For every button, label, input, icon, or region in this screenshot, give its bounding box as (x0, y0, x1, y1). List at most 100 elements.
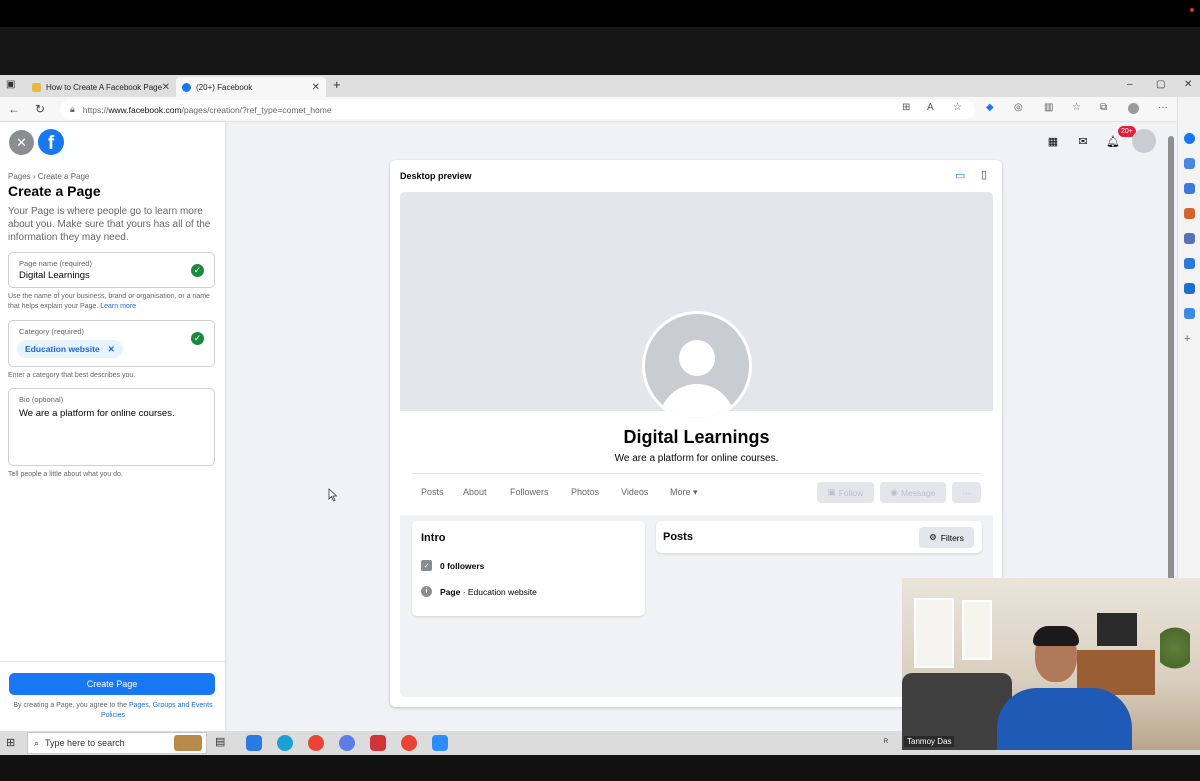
facebook-favicon-icon (182, 82, 191, 92)
browser-address-bar: ← ↻ 🔒︎ https://www.facebook.com/pages/cr… (0, 97, 1200, 122)
divider (412, 473, 982, 474)
tab-how-to-create[interactable]: How to Create A Facebook Page ✕ (26, 77, 176, 97)
messenger-icon[interactable]: ✉ (1073, 131, 1093, 151)
webcam-person-hair (1033, 626, 1079, 646)
recording-dot (1190, 8, 1194, 12)
tools-icon[interactable] (1184, 208, 1195, 219)
outlook-icon[interactable] (1184, 283, 1195, 294)
maximize-button[interactable]: ▢ (1156, 79, 1165, 90)
preview-tab-videos: Videos (621, 487, 649, 497)
windows-start-icon[interactable]: ⊞ (6, 736, 15, 749)
chrome-profile-icon[interactable] (339, 735, 355, 751)
tab-close-icon[interactable]: ✕ (312, 82, 320, 93)
edge-app-icon[interactable] (277, 735, 293, 751)
mobile-view-icon[interactable]: ▯ (981, 168, 987, 181)
office-icon[interactable] (1184, 258, 1195, 269)
webcam-window (962, 600, 992, 660)
followers-icon: ✓ (421, 560, 432, 571)
browser-tab-bar: ▣ How to Create A Facebook Page ✕ (20+) … (0, 75, 1200, 97)
mail-app-icon[interactable] (246, 735, 262, 751)
tab-close-icon[interactable]: ✕ (162, 82, 170, 93)
bio-field[interactable]: Bio (optional) We are a platform for onl… (8, 388, 215, 466)
chip-remove-icon[interactable]: ✕ (108, 344, 115, 355)
notifications-icon[interactable] (1184, 133, 1195, 144)
tab-actions-icon[interactable]: ▣ (6, 79, 15, 90)
menu-grid-icon[interactable]: ▦ (1043, 131, 1063, 151)
account-avatar[interactable] (1132, 129, 1156, 153)
url-field[interactable]: 🔒︎ https://www.facebook.com/pages/creati… (60, 100, 975, 119)
favorites-icon[interactable]: ☆ (1072, 102, 1081, 113)
more-options-button: ··· (952, 482, 981, 503)
create-page-button[interactable]: Create Page (9, 673, 215, 695)
desktop-view-icon[interactable]: ▭ (955, 169, 965, 182)
learn-more-link[interactable]: Learn more (100, 303, 136, 310)
drop-icon[interactable] (1184, 308, 1195, 319)
minimize-button[interactable]: – (1127, 79, 1133, 90)
webcam-plant (1160, 618, 1190, 678)
page-description: Your Page is where people go to learn mo… (8, 206, 211, 243)
follow-icon: ▣ (827, 487, 836, 497)
preview-page-name: Digital Learnings (623, 427, 770, 447)
screen: ▣ How to Create A Facebook Page ✕ (20+) … (0, 0, 1200, 781)
shopping-icon[interactable] (1184, 183, 1195, 194)
tab-facebook[interactable]: (20+) Facebook ✕ (176, 77, 326, 97)
new-tab-plus-icon[interactable]: + (333, 77, 341, 92)
recorder-app-icon[interactable] (370, 735, 386, 751)
page-title: Create a Page (8, 183, 101, 199)
lock-icon: 🔒︎ (70, 104, 75, 114)
profile-icon[interactable] (1128, 103, 1139, 114)
preview-tab-about: About (463, 487, 487, 497)
bio-help: Tell people a little about what you do. (8, 471, 123, 478)
webcam-person-shirt (997, 688, 1132, 750)
chrome-app-icon-2[interactable] (401, 735, 417, 751)
messenger-icon: ◉ (890, 487, 898, 497)
category-field[interactable]: Category (required) Education website ✕ … (8, 320, 215, 367)
browser-essentials-icon[interactable]: ◎ (1014, 102, 1023, 113)
taskbar-search[interactable]: ⌕ Type here to search (27, 732, 207, 754)
webcam-overlay: Tanmoy Das (902, 578, 1200, 750)
info-icon: i (421, 586, 432, 597)
message-button: ◉ Message (880, 482, 946, 503)
preview-label: Desktop preview (400, 171, 472, 181)
zoom-app-icon[interactable] (432, 735, 448, 751)
collections-icon[interactable]: ⧉ (1100, 102, 1107, 113)
valid-check-icon: ✓ (191, 332, 204, 345)
games-icon[interactable] (1184, 233, 1195, 244)
search-icon[interactable] (1184, 158, 1195, 169)
filters-button: ⚙ Filters (919, 527, 974, 548)
close-window-button[interactable]: ✕ (1184, 79, 1192, 90)
page-name-input[interactable]: Digital Learnings (19, 270, 90, 281)
url-text: https://www.facebook.com/pages/creation/… (82, 104, 332, 115)
refresh-icon[interactable]: ↻ (35, 102, 45, 116)
breadcrumb: Pages › Create a Page (8, 172, 90, 181)
split-screen-icon[interactable]: ▥ (1044, 102, 1053, 113)
category-label: Category (required) (19, 327, 85, 336)
bio-textarea[interactable]: We are a platform for online courses. (19, 408, 175, 419)
terms-text: By creating a Page, you agree to the Pag… (13, 702, 213, 719)
category-chip[interactable]: Education website ✕ (17, 340, 123, 358)
app-available-icon[interactable]: ⊞ (902, 102, 910, 113)
tab-label: How to Create A Facebook Page (46, 82, 163, 92)
close-icon[interactable]: ✕ (9, 130, 34, 155)
favorite-star-icon[interactable]: ☆ (953, 102, 962, 113)
people-icon[interactable]: ᴿ (884, 737, 888, 747)
search-icon: ⌕ (34, 737, 40, 748)
facebook-logo-icon[interactable]: f (38, 129, 64, 155)
page-name-field[interactable]: Page name (required) Digital Learnings ✓ (8, 252, 215, 288)
letterbox-bottom (0, 755, 1200, 781)
read-aloud-icon[interactable]: A (927, 102, 934, 113)
tab-label: (20+) Facebook (196, 82, 253, 92)
intro-title: Intro (421, 532, 446, 544)
more-menu-icon[interactable]: ··· (1158, 102, 1168, 113)
chrome-app-icon[interactable] (308, 735, 324, 751)
add-icon[interactable]: + (1184, 333, 1195, 345)
page-name-label: Page name (required) (19, 259, 92, 268)
task-view-icon[interactable]: ▤ (215, 735, 231, 751)
page-scrollbar[interactable] (1168, 136, 1174, 596)
letterbox-band (0, 27, 1200, 75)
category-help: Enter a category that best describes you… (8, 372, 136, 379)
extension-icon[interactable]: ◆ (986, 102, 994, 113)
filters-icon: ⚙ (929, 532, 937, 542)
back-arrow-icon[interactable]: ← (8, 102, 20, 116)
letterbox-top (0, 0, 1200, 75)
